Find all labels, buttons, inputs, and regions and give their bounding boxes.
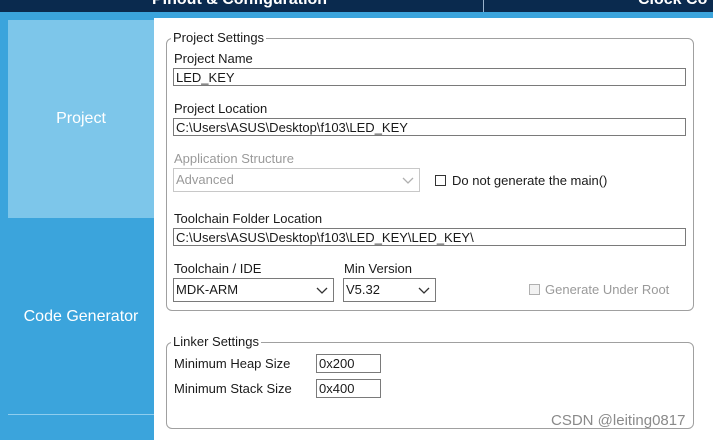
toolchain-ide-select[interactable]: MDK-ARM: [173, 278, 334, 302]
toolchain-folder-label: Toolchain Folder Location: [174, 211, 323, 226]
sidebar-item-label: Project: [56, 110, 106, 127]
application-structure-value: Advanced: [176, 172, 234, 187]
linker-settings-legend: Linker Settings: [171, 334, 261, 349]
toolchain-folder-input[interactable]: C:\Users\ASUS\Desktop\f103\LED_KEY\LED_K…: [173, 228, 686, 246]
chevron-down-icon: [418, 287, 430, 294]
min-heap-size-label: Minimum Heap Size: [174, 356, 291, 371]
sidebar: Project Code Generator: [0, 18, 154, 440]
toolchain-ide-label: Toolchain / IDE: [174, 261, 262, 276]
project-settings-legend: Project Settings: [171, 30, 267, 45]
chevron-down-icon: [402, 177, 414, 184]
chevron-down-icon: [316, 287, 328, 294]
min-version-select[interactable]: V5.32: [343, 278, 436, 302]
do-not-generate-main-label: Do not generate the main(): [452, 173, 608, 188]
sidebar-item-label: Code Generator: [23, 308, 139, 325]
tab-clock-configuration[interactable]: Clock Co: [638, 0, 707, 9]
min-heap-size-input[interactable]: 0x200: [316, 354, 381, 373]
application-structure-select[interactable]: Advanced: [173, 168, 420, 192]
generate-under-root-checkbox[interactable]: [529, 284, 540, 295]
generate-under-root-label: Generate Under Root: [545, 282, 670, 297]
project-name-input[interactable]: LED_KEY: [173, 68, 686, 86]
project-location-input[interactable]: C:\Users\ASUS\Desktop\f103\LED_KEY: [173, 118, 686, 136]
tab-separator: [483, 0, 484, 12]
project-location-label: Project Location: [174, 101, 268, 116]
application-structure-label: Application Structure: [174, 151, 294, 166]
toolchain-ide-value: MDK-ARM: [176, 282, 239, 297]
min-stack-size-label: Minimum Stack Size: [174, 381, 292, 396]
min-stack-size-input[interactable]: 0x400: [316, 379, 381, 398]
project-name-label: Project Name: [174, 51, 253, 66]
sidebar-divider: [8, 414, 154, 415]
do-not-generate-main-checkbox[interactable]: [435, 175, 446, 186]
min-version-value: V5.32: [346, 282, 380, 297]
top-header: Pinout & Configuration Clock Co: [0, 0, 713, 12]
min-version-label: Min Version: [344, 261, 412, 276]
watermark-text: CSDN @leiting0817: [551, 412, 686, 429]
tab-pinout-configuration[interactable]: Pinout & Configuration: [152, 0, 327, 9]
sidebar-item-project[interactable]: Project: [8, 20, 154, 218]
sidebar-item-code-generator[interactable]: Code Generator: [8, 220, 154, 414]
